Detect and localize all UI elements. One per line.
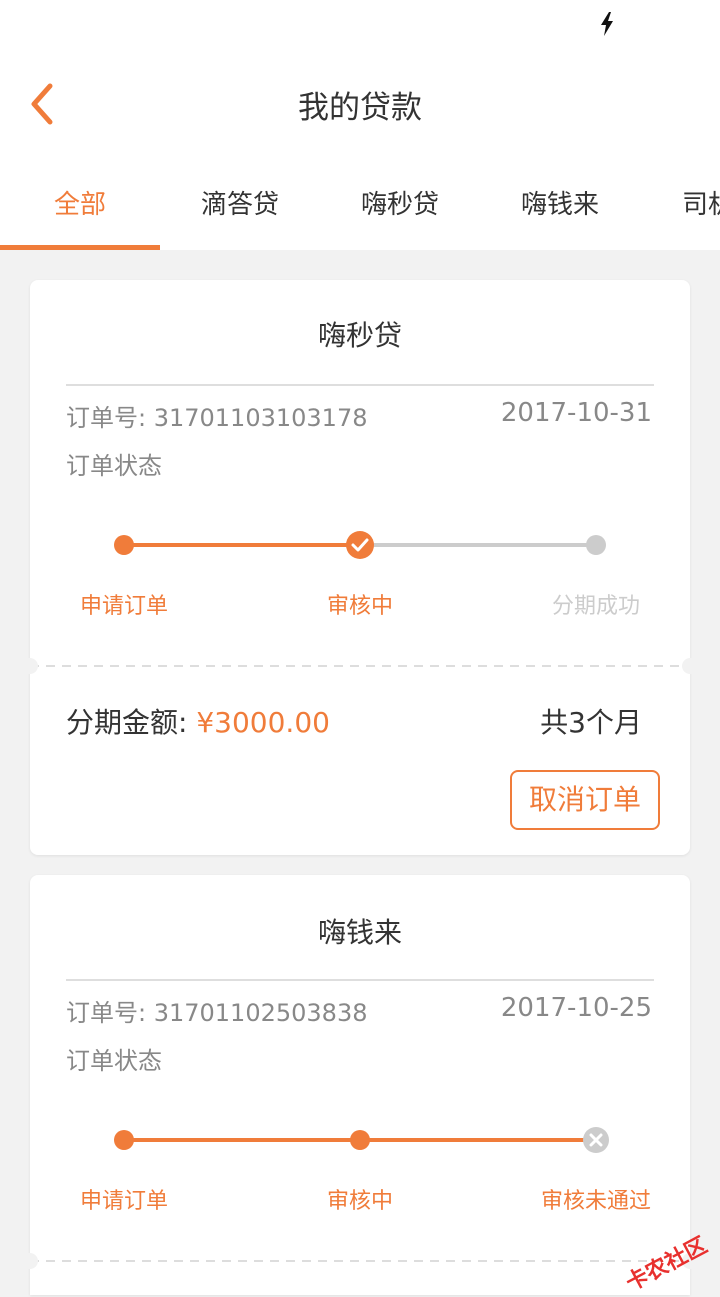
step-rejected-x-icon bbox=[583, 1127, 609, 1153]
step-current-check-icon bbox=[346, 531, 374, 559]
page-title: 我的贷款 bbox=[298, 90, 422, 126]
tab-all[interactable]: 全部 bbox=[0, 160, 160, 250]
perforated-divider bbox=[30, 1260, 690, 1262]
status-bar bbox=[0, 0, 720, 50]
charging-icon bbox=[601, 12, 613, 36]
tab-bar: 全部 滴答贷 嗨秒贷 嗨钱来 司机 bbox=[0, 160, 720, 250]
tab-haimiaodai[interactable]: 嗨秒贷 bbox=[320, 160, 480, 250]
loan-product-name: 嗨秒贷 bbox=[317, 319, 402, 352]
step-label-reviewing: 审核中 bbox=[326, 594, 393, 619]
installment-term: 共3个月 bbox=[540, 706, 642, 739]
step-dot-pending bbox=[586, 535, 606, 555]
tab-siji[interactable]: 司机 bbox=[682, 160, 720, 250]
step-label-apply: 申请订单 bbox=[79, 1189, 168, 1214]
order-number: 订单号: 31701102503838 bbox=[66, 999, 368, 1027]
order-status-label: 订单状态 bbox=[66, 452, 162, 480]
order-progress bbox=[114, 531, 606, 559]
tab-didadai[interactable]: 滴答贷 bbox=[160, 160, 320, 250]
tab-haiqianlai[interactable]: 嗨钱来 bbox=[480, 160, 640, 250]
divider bbox=[66, 384, 654, 386]
step-dot-done bbox=[114, 535, 134, 555]
notch-left bbox=[22, 1253, 38, 1269]
order-number: 订单号: 31701103103178 bbox=[66, 404, 368, 432]
cancel-order-button[interactable]: 取消订单 bbox=[510, 770, 660, 830]
step-dot-done bbox=[350, 1130, 370, 1150]
order-status-label: 订单状态 bbox=[66, 1047, 162, 1075]
loan-card: 嗨秒贷 订单号: 31701103103178 2017-10-31 订单状态 … bbox=[22, 280, 698, 855]
app-header: 我的贷款 bbox=[0, 50, 720, 160]
step-label-apply: 申请订单 bbox=[79, 594, 168, 619]
order-date: 2017-10-31 bbox=[500, 398, 652, 428]
installment-amount: 分期金额: ¥3000.00 bbox=[66, 701, 330, 741]
active-tab-indicator bbox=[0, 245, 160, 250]
step-dot-done bbox=[114, 1130, 134, 1150]
order-progress bbox=[114, 1127, 609, 1153]
installment-amount-value: ¥3000.00 bbox=[196, 706, 330, 739]
step-label-reviewing: 审核中 bbox=[326, 1189, 393, 1214]
loan-product-name: 嗨钱来 bbox=[317, 916, 402, 949]
divider bbox=[66, 979, 654, 981]
step-label-success: 分期成功 bbox=[551, 594, 640, 619]
loan-card: 嗨钱来 订单号: 31701102503838 2017-10-25 订单状态 … bbox=[22, 875, 698, 1295]
step-label-rejected: 审核未通过 bbox=[540, 1189, 651, 1214]
installment-amount-label: 分期金额: bbox=[66, 706, 197, 739]
order-date: 2017-10-25 bbox=[500, 993, 652, 1023]
